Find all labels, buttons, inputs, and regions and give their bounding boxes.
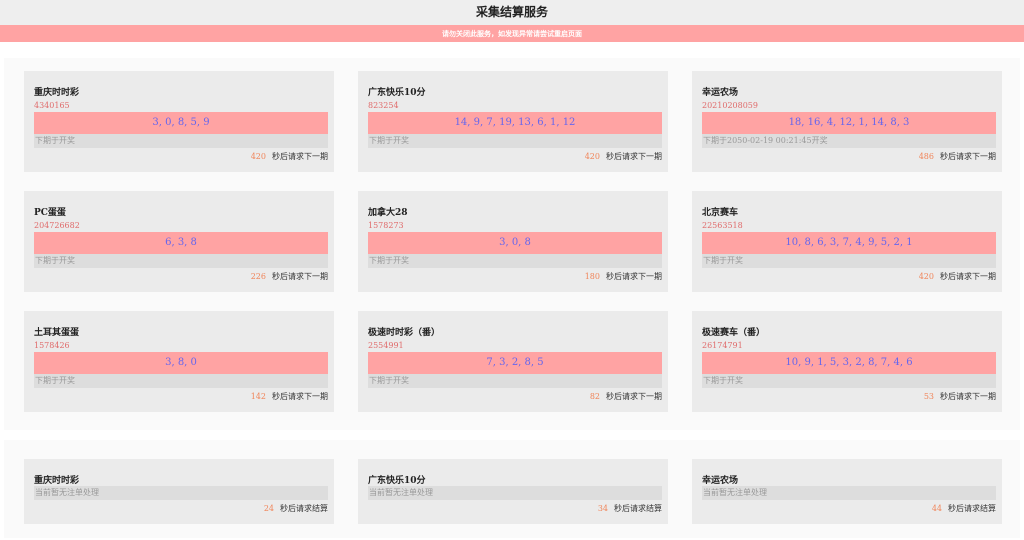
lottery-numbers: 10, 9, 1, 5, 3, 2, 8, 7, 4, 6 [702,352,996,374]
settlement-card: 重庆时时彩 当前暂无注单处理 24 秒后请求结算 [24,459,334,524]
lottery-panel: 重庆时时彩 4340165 3, 0, 8, 5, 9 下期于开奖 420 秒后请… [4,58,1020,430]
countdown-label: 秒后请求下一期 [272,392,328,401]
lottery-card: 土耳其蛋蛋 1578426 3, 8, 0 下期于开奖 142 秒后请求下一期 [24,311,334,412]
lottery-issue: 1578426 [34,341,70,350]
countdown-label: 秒后请求结算 [948,504,996,513]
countdown-footer: 24 秒后请求结算 [264,503,328,514]
lottery-name: 北京赛车 [702,208,739,218]
lottery-numbers: 14, 9, 7, 19, 13, 6, 1, 12 [368,112,662,134]
countdown-value: 180 [584,272,600,281]
countdown-value: 82 [589,392,600,401]
settlement-panel: 重庆时时彩 当前暂无注单处理 24 秒后请求结算 广东快乐10分 当前暂无注单处理… [4,440,1020,538]
countdown-value: 486 [918,152,934,161]
lottery-name: 土耳其蛋蛋 [34,328,80,338]
lottery-numbers: 10, 8, 6, 3, 7, 4, 9, 5, 2, 1 [702,232,996,254]
countdown-value: 34 [597,504,608,513]
countdown-footer: 226 秒后请求下一期 [251,271,328,282]
countdown-footer: 34 秒后请求结算 [598,503,662,514]
lottery-issue: 1578273 [368,221,404,230]
settlement-name: 幸运农场 [702,476,739,486]
countdown-label: 秒后请求下一期 [606,392,662,401]
countdown-value: 420 [584,152,600,161]
countdown-label: 秒后请求下一期 [940,152,996,161]
lottery-card: 极速赛车（番） 26174791 10, 9, 1, 5, 3, 2, 8, 7… [692,311,1002,412]
next-draw: 下期于开奖 [368,134,662,148]
lottery-card: 北京赛车 22563518 10, 8, 6, 3, 7, 4, 9, 5, 2… [692,191,1002,292]
settlement-status: 当前暂无注单处理 [702,486,996,500]
lottery-numbers: 3, 0, 8 [368,232,662,254]
countdown-footer: 82 秒后请求下一期 [590,391,662,402]
page-header: 采集结算服务 [0,0,1024,25]
countdown-value: 420 [250,152,266,161]
warning-text: 请勿关闭此服务，如发现异常请尝试重启页面 [442,29,582,38]
lottery-issue: 204726682 [34,221,80,230]
next-draw: 下期于开奖 [702,254,996,268]
countdown-label: 秒后请求结算 [280,504,328,513]
lottery-issue: 823254 [368,101,399,110]
countdown-footer: 486 秒后请求下一期 [919,151,996,162]
countdown-footer: 420 秒后请求下一期 [251,151,328,162]
countdown-footer: 44 秒后请求结算 [932,503,996,514]
lottery-numbers: 3, 8, 0 [34,352,328,374]
settlement-status: 当前暂无注单处理 [368,486,662,500]
lottery-issue: 22563518 [702,221,743,230]
lottery-name: 极速时时彩（番） [368,328,441,338]
next-draw: 下期于开奖 [368,374,662,388]
countdown-label: 秒后请求下一期 [272,272,328,281]
lottery-numbers: 18, 16, 4, 12, 1, 14, 8, 3 [702,112,996,134]
lottery-card: 幸运农场 20210208059 18, 16, 4, 12, 1, 14, 8… [692,71,1002,172]
lottery-name: 广东快乐10分 [368,88,426,98]
lottery-issue: 4340165 [34,101,70,110]
countdown-value: 226 [250,272,266,281]
next-draw: 下期于2050-02-19 00:21:45开奖 [702,134,996,148]
countdown-value: 420 [918,272,934,281]
warning-banner: 请勿关闭此服务，如发现异常请尝试重启页面 [0,25,1024,42]
lottery-name: 极速赛车（番） [702,328,766,338]
next-draw: 下期于开奖 [34,254,328,268]
countdown-footer: 420 秒后请求下一期 [919,271,996,282]
lottery-card: 加拿大28 1578273 3, 0, 8 下期于开奖 180 秒后请求下一期 [358,191,668,292]
lottery-name: 加拿大28 [368,208,408,218]
lottery-issue: 2554991 [368,341,404,350]
settlement-name: 重庆时时彩 [34,476,80,486]
countdown-label: 秒后请求下一期 [940,392,996,401]
lottery-card: 极速时时彩（番） 2554991 7, 3, 2, 8, 5 下期于开奖 82 秒… [358,311,668,412]
countdown-label: 秒后请求下一期 [606,272,662,281]
countdown-footer: 53 秒后请求下一期 [924,391,996,402]
countdown-footer: 180 秒后请求下一期 [585,271,662,282]
countdown-label: 秒后请求结算 [614,504,662,513]
countdown-value: 142 [250,392,266,401]
next-draw: 下期于开奖 [34,134,328,148]
next-draw: 下期于开奖 [368,254,662,268]
countdown-value: 24 [263,504,274,513]
next-draw: 下期于开奖 [34,374,328,388]
settlement-status: 当前暂无注单处理 [34,486,328,500]
lottery-numbers: 6, 3, 8 [34,232,328,254]
countdown-footer: 142 秒后请求下一期 [251,391,328,402]
lottery-numbers: 3, 0, 8, 5, 9 [34,112,328,134]
countdown-label: 秒后请求下一期 [606,152,662,161]
lottery-name: 幸运农场 [702,88,739,98]
settlement-card: 幸运农场 当前暂无注单处理 44 秒后请求结算 [692,459,1002,524]
countdown-footer: 420 秒后请求下一期 [585,151,662,162]
lottery-issue: 26174791 [702,341,743,350]
lottery-issue: 20210208059 [702,101,758,110]
lottery-card: 重庆时时彩 4340165 3, 0, 8, 5, 9 下期于开奖 420 秒后请… [24,71,334,172]
countdown-value: 53 [923,392,934,401]
page-title: 采集结算服务 [475,5,548,19]
countdown-value: 44 [931,504,942,513]
lottery-card: 广东快乐10分 823254 14, 9, 7, 19, 13, 6, 1, 1… [358,71,668,172]
countdown-label: 秒后请求下一期 [940,272,996,281]
lottery-name: 重庆时时彩 [34,88,80,98]
lottery-name: PC蛋蛋 [34,208,66,218]
next-draw: 下期于开奖 [702,374,996,388]
settlement-name: 广东快乐10分 [368,476,426,486]
lottery-card: PC蛋蛋 204726682 6, 3, 8 下期于开奖 226 秒后请求下一期 [24,191,334,292]
settlement-card: 广东快乐10分 当前暂无注单处理 34 秒后请求结算 [358,459,668,524]
lottery-numbers: 7, 3, 2, 8, 5 [368,352,662,374]
countdown-label: 秒后请求下一期 [272,152,328,161]
